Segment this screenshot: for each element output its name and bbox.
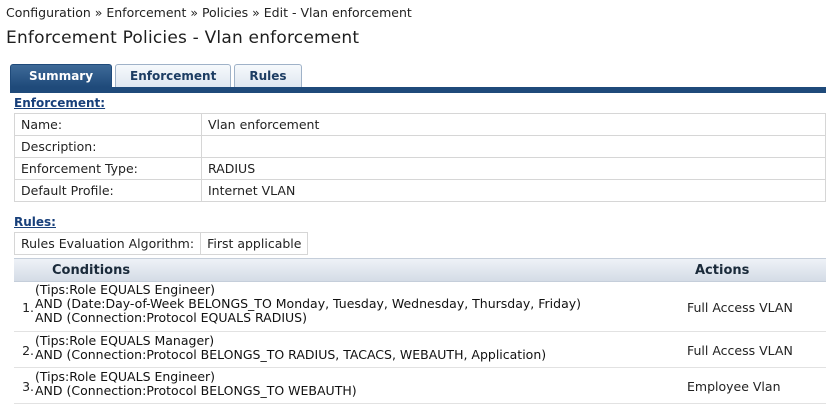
description-label: Description:	[14, 135, 202, 158]
rule-action: Full Access VLAN	[687, 300, 793, 315]
rule-action: Employee Vlan	[687, 379, 781, 394]
description-value	[201, 135, 826, 158]
condition-line: (Tips:Role EQUALS Engineer)	[35, 282, 216, 297]
condition-line: AND (Connection:Protocol BELONGS_TO WEBA…	[35, 383, 357, 398]
tab-summary[interactable]: Summary	[10, 64, 113, 87]
rule-action: Full Access VLAN	[687, 343, 793, 358]
table-row: Description:	[14, 135, 826, 158]
default-profile-value: Internet VLAN	[201, 179, 826, 202]
rules-table-header: Conditions Actions	[14, 258, 826, 282]
condition-line: AND (Date:Day-of-Week BELONGS_TO Monday,…	[35, 296, 582, 311]
conditions-column-header: Conditions	[52, 263, 131, 278]
condition-line: (Tips:Role EQUALS Manager)	[35, 333, 215, 348]
breadcrumb: Configuration » Enforcement » Policies »…	[6, 5, 412, 20]
tab-rules[interactable]: Rules	[234, 64, 302, 87]
rule-conditions: (Tips:Role EQUALS Manager) AND (Connecti…	[35, 334, 546, 362]
name-label: Name:	[14, 113, 202, 136]
rule-number: 3.	[22, 379, 34, 394]
enforcement-type-label: Enforcement Type:	[14, 157, 202, 180]
tab-bar-divider	[10, 87, 826, 93]
rule-row[interactable]: 1. (Tips:Role EQUALS Engineer) AND (Date…	[14, 282, 826, 332]
rule-row[interactable]: 3. (Tips:Role EQUALS Engineer) AND (Conn…	[14, 369, 826, 404]
page-title: Enforcement Policies - Vlan enforcement	[6, 28, 360, 48]
algorithm-value: First applicable	[200, 232, 309, 255]
table-row: Enforcement Type: RADIUS	[14, 157, 826, 180]
table-row: Rules Evaluation Algorithm: First applic…	[13, 232, 309, 255]
enforcement-summary-table: Name: Vlan enforcement Description: Enfo…	[14, 113, 826, 202]
table-row: Default Profile: Internet VLAN	[14, 179, 826, 202]
tab-strip: Summary Enforcement Rules	[10, 64, 305, 88]
default-profile-label: Default Profile:	[14, 179, 202, 202]
rule-number: 1.	[22, 300, 34, 315]
rules-section-link[interactable]: Rules:	[14, 215, 56, 229]
name-value: Vlan enforcement	[201, 113, 826, 136]
algorithm-label: Rules Evaluation Algorithm:	[13, 232, 202, 255]
enforcement-section-link[interactable]: Enforcement:	[14, 96, 105, 110]
tab-enforcement[interactable]: Enforcement	[115, 64, 232, 87]
table-row: Name: Vlan enforcement	[14, 113, 826, 136]
rule-row[interactable]: 2. (Tips:Role EQUALS Manager) AND (Conne…	[14, 333, 826, 368]
condition-line: AND (Connection:Protocol BELONGS_TO RADI…	[35, 347, 547, 362]
actions-column-header: Actions	[695, 263, 750, 278]
enforcement-type-value: RADIUS	[201, 157, 826, 180]
rules-algorithm-table: Rules Evaluation Algorithm: First applic…	[13, 232, 309, 255]
condition-line: (Tips:Role EQUALS Engineer)	[35, 369, 216, 384]
condition-line: AND (Connection:Protocol EQUALS RADIUS)	[35, 310, 307, 325]
rule-conditions: (Tips:Role EQUALS Engineer) AND (Connect…	[35, 370, 357, 398]
rule-conditions: (Tips:Role EQUALS Engineer) AND (Date:Da…	[35, 283, 581, 325]
rule-number: 2.	[22, 343, 34, 358]
